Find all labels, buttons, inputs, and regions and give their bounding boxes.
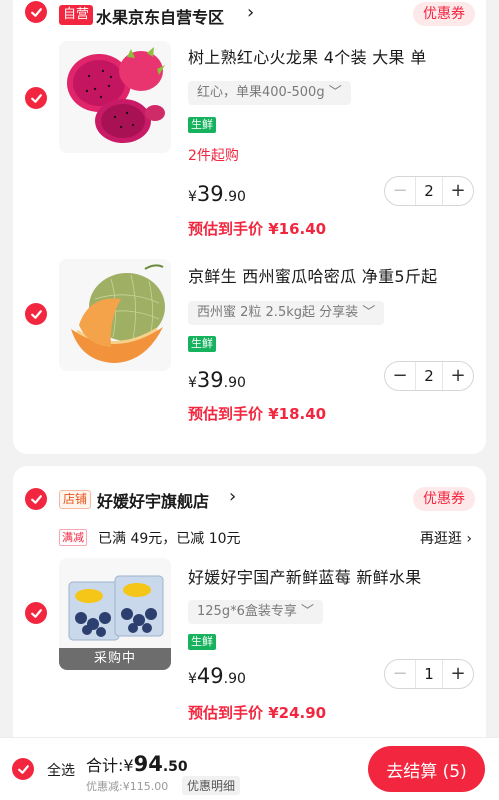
purchasing-overlay: 采购中 xyxy=(59,648,171,670)
select-all-checkbox[interactable] xyxy=(12,758,34,780)
price-integer: 39 xyxy=(196,182,224,206)
quantity-stepper: − 1 + xyxy=(384,659,474,689)
checkmark-icon xyxy=(17,764,29,774)
store-name: 水果京东自营专区 xyxy=(96,8,225,27)
promo-text: 已满 49元，已减 10元 xyxy=(98,531,241,547)
estimated-price: 预估到手价 ¥18.40 xyxy=(188,405,327,423)
price-currency: ¥ xyxy=(188,189,197,205)
product-image-blueberries[interactable]: 采购中 xyxy=(59,558,171,670)
coupon-button[interactable]: 优惠券 xyxy=(413,487,475,511)
quantity-value[interactable]: 2 xyxy=(415,177,443,205)
price-decimal: .90 xyxy=(223,375,246,391)
decrease-button[interactable]: − xyxy=(385,660,415,688)
checkout-bar: 全选 合计:¥94.50 优惠减:¥115.00 优惠明细 去结算 (5) xyxy=(0,737,499,800)
store-card-jd-fruit: 自营 水果京东自营专区 › 优惠券 树上熟红心火龙果 4个装 大果 单 红心，单… xyxy=(13,0,486,454)
chevron-down-icon: ﹀ xyxy=(328,85,342,100)
store-checkbox[interactable] xyxy=(25,488,47,510)
browse-more-link[interactable]: 再逛逛 › xyxy=(420,528,472,548)
discount-amount: 优惠减:¥115.00 xyxy=(86,780,169,793)
store-name: 好媛好宇旗舰店 xyxy=(97,492,210,511)
product-price: ¥39.90 xyxy=(188,182,246,206)
price-integer: 49 xyxy=(196,664,224,688)
self-operated-badge: 自营 xyxy=(59,5,94,25)
price-decimal: .90 xyxy=(223,189,246,205)
total-integer: 94 xyxy=(133,752,163,776)
spec-text: 西州蜜 2粒 2.5kg起 分享装 xyxy=(197,305,359,320)
product-title[interactable]: 京鲜生 西州蜜瓜哈密瓜 净重5斤起 xyxy=(188,263,437,287)
dragon-fruit-image xyxy=(59,41,171,153)
total-prefix: 合计:¥ xyxy=(86,756,134,775)
spec-text: 红心，单果400-500g xyxy=(197,85,325,100)
total-decimal: .50 xyxy=(162,759,188,775)
checkmark-icon xyxy=(30,7,42,17)
fresh-tag: 生鲜 xyxy=(188,634,216,650)
estimated-price: 预估到手价 ¥16.40 xyxy=(188,220,327,238)
quantity-value[interactable]: 2 xyxy=(415,362,443,390)
item-checkbox[interactable] xyxy=(25,87,47,109)
min-purchase-label: 2件起购 xyxy=(188,148,239,164)
price-decimal: .90 xyxy=(223,671,246,687)
product-image-dragon-fruit[interactable] xyxy=(59,41,171,153)
total-price: 合计:¥94.50 xyxy=(86,752,188,776)
checkmark-icon xyxy=(30,309,42,319)
chevron-right-icon: › xyxy=(229,486,237,507)
store-card-blueberry-shop: 店铺 好媛好宇旗舰店 › 优惠券 满减 已满 49元，已减 10元 再逛逛 › … xyxy=(13,466,486,766)
coupon-button[interactable]: 优惠券 xyxy=(413,2,475,26)
product-title[interactable]: 好媛好宇国产新鲜蓝莓 新鲜水果 xyxy=(188,564,422,588)
increase-button[interactable]: + xyxy=(443,362,473,390)
spec-selector[interactable]: 125g*6盒装专享 ﹀ xyxy=(188,600,323,624)
item-checkbox[interactable] xyxy=(25,303,47,325)
product-title[interactable]: 树上熟红心火龙果 4个装 大果 单 xyxy=(188,44,427,68)
spec-selector[interactable]: 西州蜜 2粒 2.5kg起 分享装 ﹀ xyxy=(188,301,385,325)
spec-text: 125g*6盒装专享 xyxy=(197,604,297,619)
shop-badge: 店铺 xyxy=(59,490,92,509)
product-image-hami-melon[interactable] xyxy=(59,259,171,371)
spec-selector[interactable]: 红心，单果400-500g ﹀ xyxy=(188,81,351,105)
price-currency: ¥ xyxy=(188,671,197,687)
checkmark-icon xyxy=(30,93,42,103)
estimated-price: 预估到手价 ¥24.90 xyxy=(188,704,327,722)
fresh-tag: 生鲜 xyxy=(188,117,216,133)
quantity-stepper: − 2 + xyxy=(384,361,474,391)
increase-button[interactable]: + xyxy=(443,660,473,688)
price-integer: 39 xyxy=(196,368,224,392)
chevron-down-icon: ﹀ xyxy=(362,305,376,320)
hami-melon-image xyxy=(59,259,171,371)
decrease-button[interactable]: − xyxy=(385,177,415,205)
fresh-tag: 生鲜 xyxy=(188,336,216,352)
store-checkbox[interactable] xyxy=(25,1,47,23)
checkout-button[interactable]: 去结算 (5) xyxy=(368,746,485,792)
checkmark-icon xyxy=(30,494,42,504)
quantity-stepper: − 2 + xyxy=(384,176,474,206)
increase-button[interactable]: + xyxy=(443,177,473,205)
select-all-label[interactable]: 全选 xyxy=(47,760,75,780)
product-price: ¥49.90 xyxy=(188,664,246,688)
full-reduction-tag: 满减 xyxy=(59,529,87,546)
price-currency: ¥ xyxy=(188,375,197,391)
item-checkbox[interactable] xyxy=(25,602,47,624)
decrease-button[interactable]: − xyxy=(385,362,415,390)
checkmark-icon xyxy=(30,608,42,618)
discount-detail-button[interactable]: 优惠明细 xyxy=(182,776,241,795)
product-price: ¥39.90 xyxy=(188,368,246,392)
chevron-right-icon: › xyxy=(247,2,255,23)
chevron-down-icon: ﹀ xyxy=(300,604,314,619)
quantity-value[interactable]: 1 xyxy=(415,660,443,688)
